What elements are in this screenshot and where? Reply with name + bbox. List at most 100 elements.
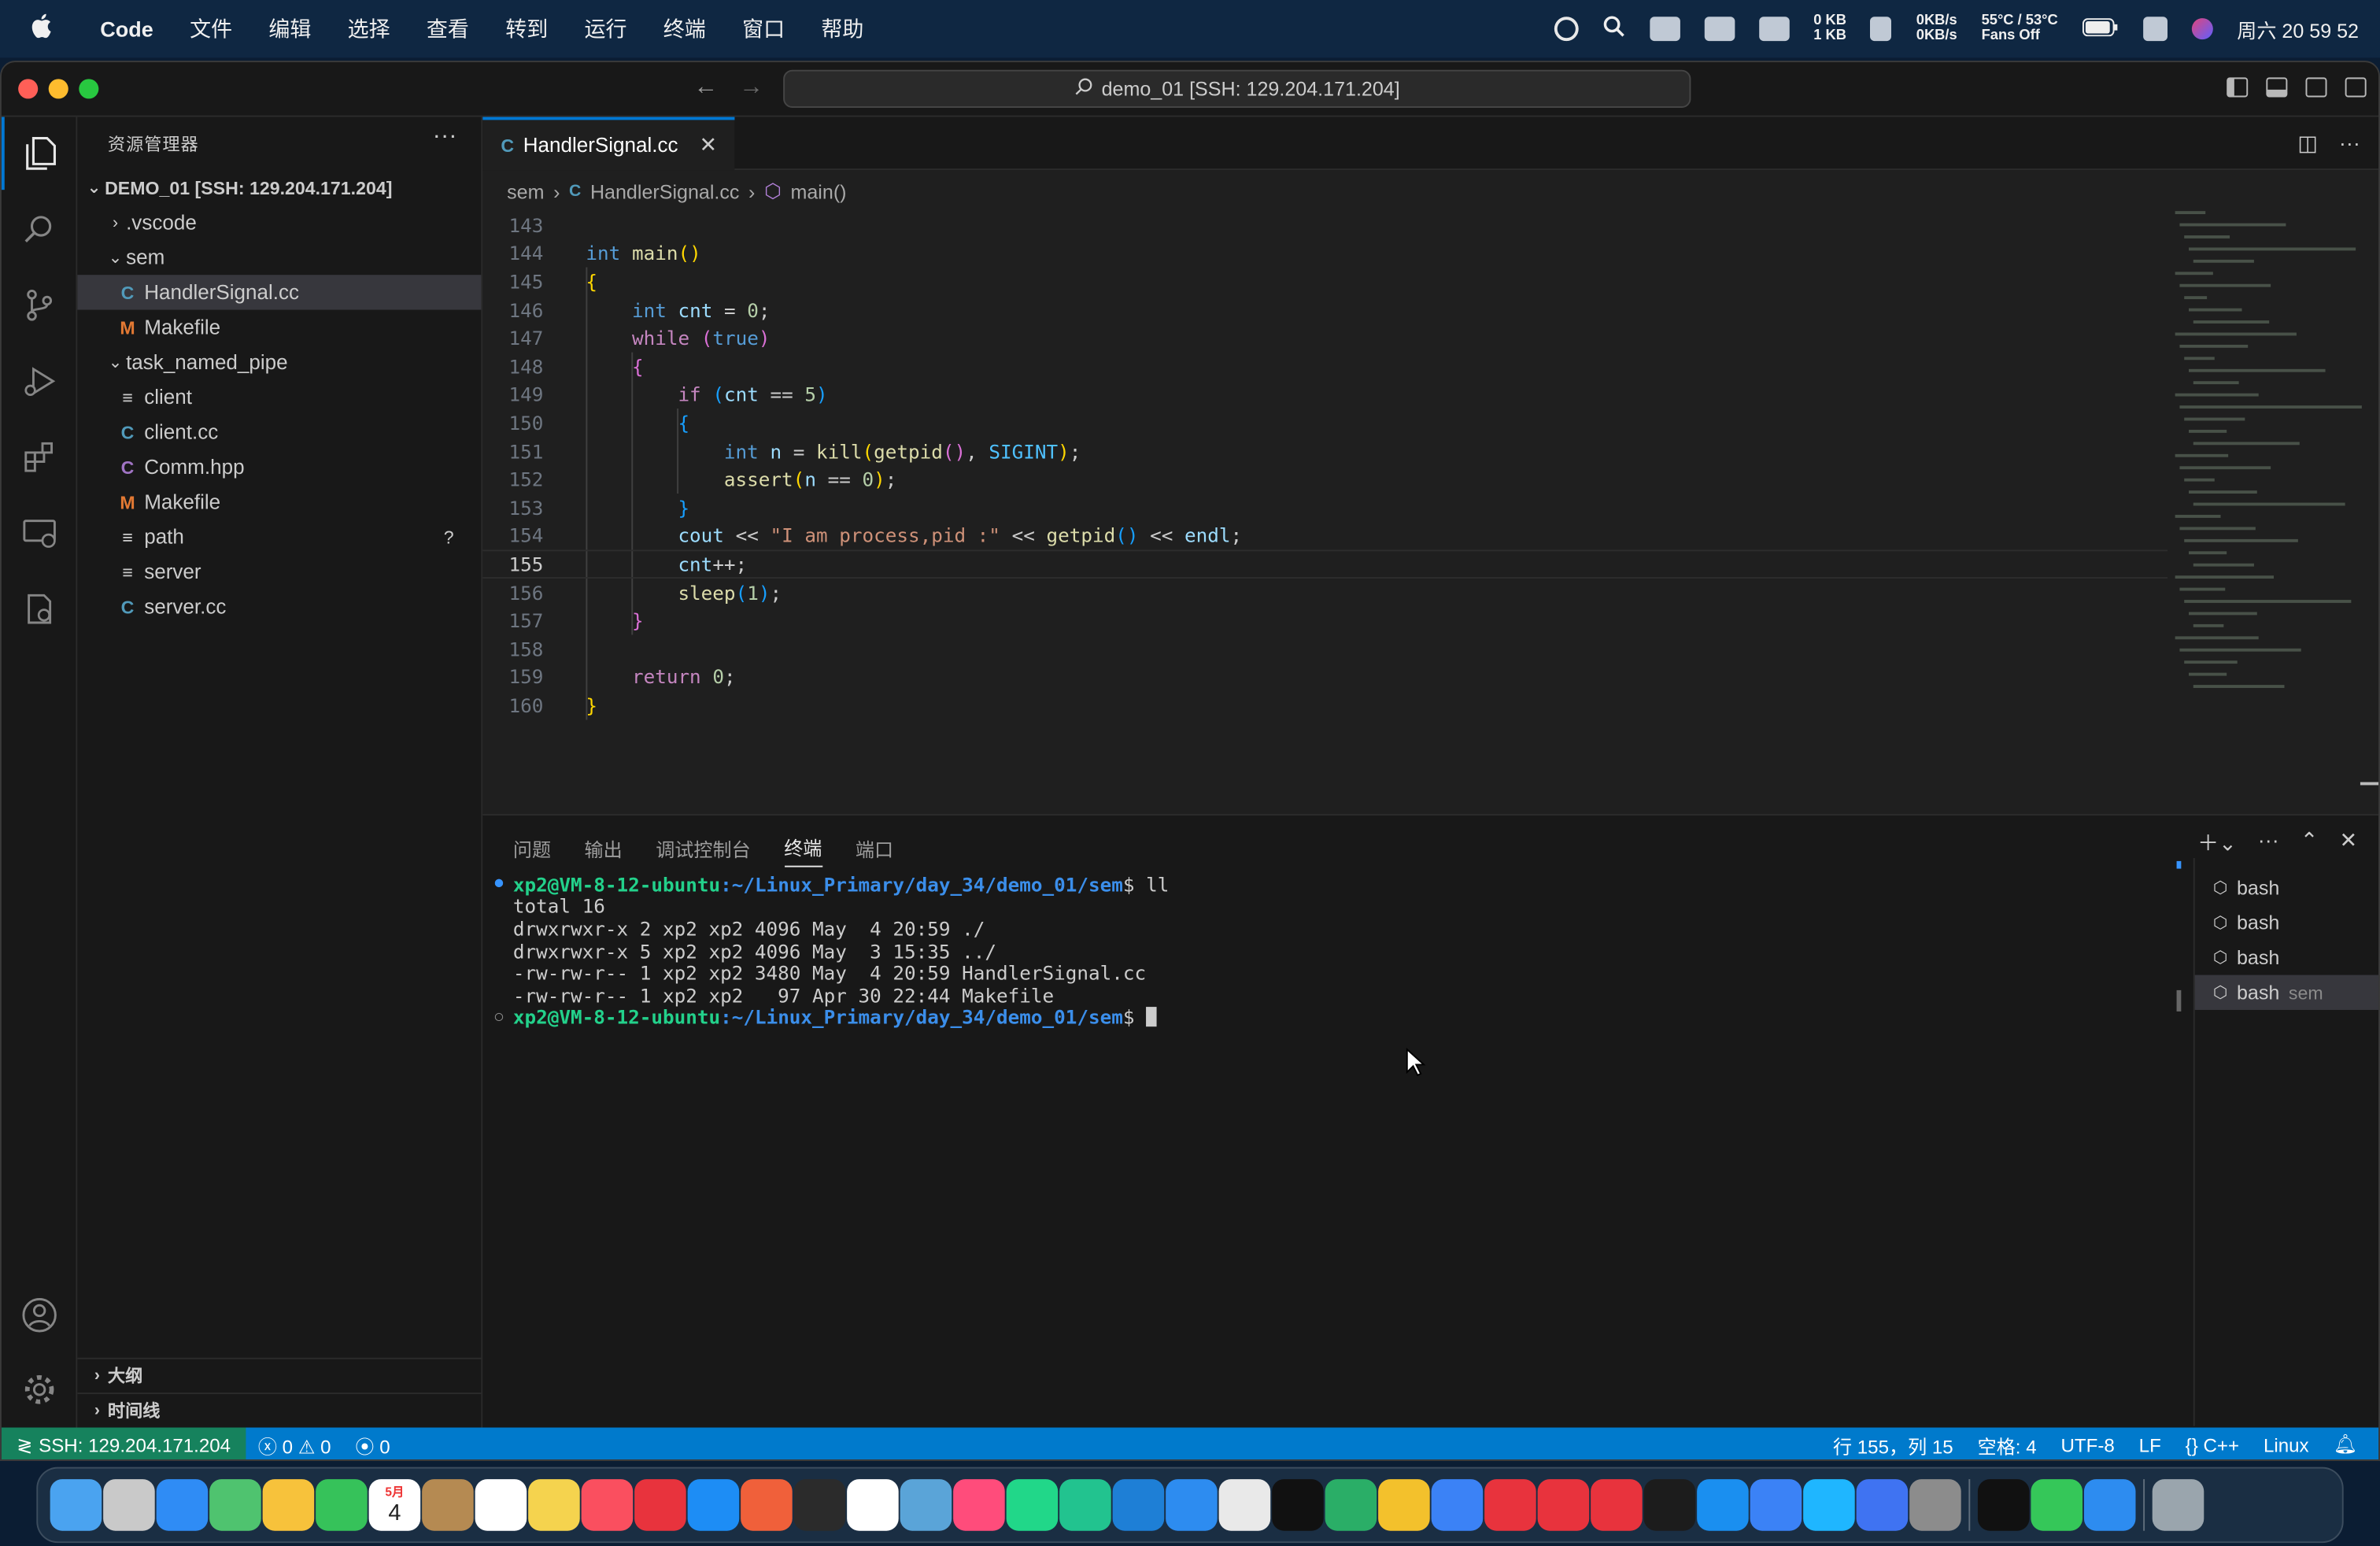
- youdao-dict-icon[interactable]: [1704, 17, 1735, 42]
- control-center-icon[interactable]: [2142, 17, 2168, 42]
- menu-edit[interactable]: 编辑: [250, 13, 329, 44]
- command-center[interactable]: demo_01 [SSH: 129.204.171.204]: [783, 69, 1691, 108]
- tool-icon[interactable]: [1649, 17, 1680, 42]
- tree-file-comm-hpp[interactable]: C Comm.hpp: [77, 449, 481, 484]
- dock-app-store-icon[interactable]: [687, 1479, 740, 1531]
- dock-terminal-icon[interactable]: [793, 1479, 846, 1531]
- dock-wiz-icon[interactable]: [2083, 1479, 2136, 1531]
- dock-prompt-icon[interactable]: [1697, 1479, 1749, 1531]
- split-editor-icon[interactable]: ◫: [2297, 131, 2318, 157]
- breadcrumb-symbol[interactable]: main(): [790, 180, 846, 203]
- siri-icon[interactable]: [2191, 18, 2213, 40]
- notifications-bell-icon[interactable]: 🔔︎: [2321, 1433, 2369, 1456]
- terminal-instance[interactable]: ⬡ bash: [2195, 905, 2378, 940]
- dock-wechat-icon[interactable]: [1325, 1479, 1377, 1531]
- remote-explorer-icon[interactable]: [2, 497, 77, 570]
- extensions-icon[interactable]: [2, 420, 77, 494]
- cat-icon[interactable]: [1870, 17, 1892, 42]
- remote-indicator[interactable]: ≷ SSH: 129.204.171.204: [1, 1427, 246, 1460]
- breadcrumb-file[interactable]: HandlerSignal.cc: [590, 180, 740, 203]
- dock-notes-icon[interactable]: [528, 1479, 580, 1531]
- spotlight-search-icon[interactable]: [1602, 15, 1625, 43]
- dock-trash-icon[interactable]: [2152, 1479, 2204, 1531]
- end-of-line[interactable]: LF: [2127, 1434, 2173, 1455]
- menu-app-name[interactable]: Code: [82, 17, 172, 41]
- toggle-secondary-sidebar-icon[interactable]: [2305, 77, 2327, 98]
- menu-window[interactable]: 窗口: [724, 13, 803, 44]
- indentation[interactable]: 空格: 4: [1965, 1430, 2049, 1459]
- dock-play-icon[interactable]: [1803, 1479, 1855, 1531]
- tree-file-client-cc[interactable]: Cclient.cc: [77, 415, 481, 449]
- platform[interactable]: Linux: [2252, 1434, 2322, 1455]
- run-debug-icon[interactable]: [2, 345, 77, 418]
- minimize-window-button[interactable]: [48, 79, 68, 99]
- tree-folder-task-named-pipe[interactable]: ⌄ task_named_pipe: [77, 345, 481, 379]
- scrollbar-indicator[interactable]: [2360, 782, 2379, 786]
- dock-maps-icon[interactable]: [209, 1479, 261, 1531]
- tab-output[interactable]: 输出: [585, 827, 623, 867]
- dock-preview-icon[interactable]: [900, 1479, 952, 1531]
- tree-file-server[interactable]: ≡ server: [77, 554, 481, 589]
- dock-terminal2-icon[interactable]: [1643, 1479, 1696, 1531]
- workspace-root[interactable]: ⌄ DEMO_01 [SSH: 129.204.171.204]: [77, 170, 481, 205]
- tree-folder-vscode[interactable]: › .vscode: [77, 205, 481, 239]
- tree-file-makefile-2[interactable]: M Makefile: [77, 484, 481, 519]
- apple-menu-icon[interactable]: [0, 13, 82, 45]
- dock-git-icon[interactable]: [741, 1479, 793, 1531]
- toggle-primary-sidebar-icon[interactable]: [2227, 77, 2249, 98]
- dock-finder-icon[interactable]: [50, 1479, 102, 1531]
- dock-launchpad-icon[interactable]: [103, 1479, 155, 1531]
- toggle-panel-icon[interactable]: [2266, 77, 2288, 98]
- dock-intellij-icon[interactable]: [953, 1479, 1005, 1531]
- menu-terminal[interactable]: 终端: [645, 13, 724, 44]
- dock-qq-icon[interactable]: [1272, 1479, 1324, 1531]
- dock-reminders-icon[interactable]: [475, 1479, 527, 1531]
- close-icon[interactable]: ✕: [2339, 827, 2357, 858]
- accounts-icon[interactable]: [2, 1278, 77, 1352]
- tree-file-client[interactable]: ≡ client: [77, 379, 481, 414]
- terminal-output[interactable]: ● xp2@VM-8-12-ubuntu:~/Linux_Primary/day_…: [495, 873, 2180, 1029]
- dock-speed-icon[interactable]: [1750, 1479, 1802, 1531]
- tab-handlersignal[interactable]: C HandlerSignal.cc ✕: [482, 117, 735, 171]
- dock-chrome-icon[interactable]: [1218, 1479, 1271, 1531]
- dock-clion-icon[interactable]: [1059, 1479, 1111, 1531]
- screen-record-icon[interactable]: [1554, 17, 1579, 42]
- search-view-icon[interactable]: [2, 193, 77, 266]
- dock-safari-icon[interactable]: [1166, 1479, 1218, 1531]
- zoom-window-button[interactable]: [79, 79, 99, 99]
- dock-netease-music-icon[interactable]: [1484, 1479, 1536, 1531]
- terminal-scroll-thumb[interactable]: [2176, 989, 2182, 1012]
- dock-flashcards-icon[interactable]: [1378, 1479, 1430, 1531]
- dock-k-icon[interactable]: [1431, 1479, 1484, 1531]
- gear-icon[interactable]: [2, 1353, 77, 1426]
- dock-photos-icon[interactable]: [262, 1479, 315, 1531]
- dock-facetime-icon[interactable]: [2031, 1479, 2082, 1531]
- menu-selection[interactable]: 选择: [329, 13, 408, 44]
- tree-file-path[interactable]: ≡ path ?: [77, 520, 481, 554]
- dock-pycharm-icon[interactable]: [1006, 1479, 1059, 1531]
- battery-icon[interactable]: [2082, 17, 2119, 40]
- dock-messages-icon[interactable]: [316, 1479, 368, 1531]
- tab-problems[interactable]: 问题: [513, 827, 551, 867]
- breadcrumb-folder[interactable]: sem: [507, 180, 544, 203]
- dock-system-settings-icon[interactable]: [1909, 1479, 1961, 1531]
- dock-calendar-icon[interactable]: 5月 4: [368, 1479, 421, 1531]
- dock-vs-code-icon[interactable]: [1112, 1479, 1165, 1531]
- dock-tiktok-icon[interactable]: [1977, 1479, 2030, 1531]
- terminal-instance-active[interactable]: ⬡ bash sem: [2194, 975, 2379, 1010]
- dock-mail-icon[interactable]: [156, 1479, 209, 1531]
- dock-youdao-icon[interactable]: [634, 1479, 686, 1531]
- encoding[interactable]: UTF-8: [2049, 1434, 2127, 1455]
- terminal-instance[interactable]: ⬡ bash: [2195, 940, 2378, 975]
- close-window-button[interactable]: [18, 79, 39, 99]
- menu-run[interactable]: 运行: [566, 13, 645, 44]
- outline-section[interactable]: › 大纲: [77, 1357, 482, 1393]
- cloud-sync-icon[interactable]: [1758, 17, 1790, 42]
- menu-go[interactable]: 转到: [487, 13, 566, 44]
- more-actions-icon[interactable]: ···: [433, 123, 457, 150]
- new-terminal-icon[interactable]: ＋⌄: [2197, 827, 2237, 858]
- cursor-position[interactable]: 行 155，列 15: [1821, 1430, 1966, 1459]
- back-arrow-icon[interactable]: ←: [693, 75, 718, 102]
- explorer-icon[interactable]: [1, 117, 77, 190]
- language-mode[interactable]: {} C++: [2173, 1434, 2251, 1455]
